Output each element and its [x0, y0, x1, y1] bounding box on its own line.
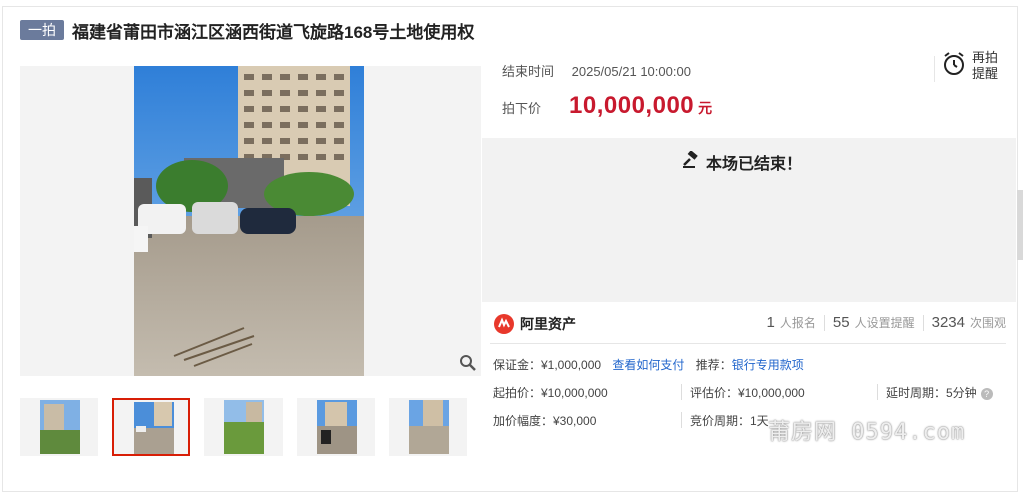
auction-ended-panel: 本场已结束！: [482, 138, 1016, 302]
auction-ended-text: 本场已结束！: [706, 156, 803, 173]
final-price-row: 拍下价 10,000,000 元: [502, 92, 712, 120]
side-scrollbar[interactable]: [1017, 190, 1023, 260]
payment-help-link[interactable]: 查看如何支付: [612, 358, 684, 372]
page-title: 福建省莆田市涵江区涵西街道飞旋路168号土地使用权: [72, 22, 475, 42]
help-icon[interactable]: ?: [980, 388, 993, 400]
platform-stats-bar: 阿里资产 1 人报名 55 人设置提醒 3234 次围观: [482, 302, 1016, 344]
ali-assets-logo[interactable]: 阿里资产: [494, 314, 576, 334]
remind-label-line1: 再拍: [972, 50, 999, 65]
thumbnail-1[interactable]: [20, 398, 99, 456]
signup-stat: 1 人报名: [766, 314, 816, 331]
final-price-unit: 元: [698, 100, 713, 116]
site-watermark: 莆房网 0594.com: [768, 420, 966, 445]
final-price-label: 拍下价: [502, 101, 542, 116]
thumbnail-strip: [20, 398, 481, 456]
divider: [490, 343, 1006, 344]
end-time-label: 结束时间: [502, 64, 555, 79]
thumbnail-5[interactable]: [388, 398, 468, 456]
thumbnail-2[interactable]: [112, 398, 191, 456]
deposit-value: 保证金：¥1,000,000: [493, 358, 602, 372]
thumbnail-4[interactable]: [296, 398, 375, 456]
main-image-viewer[interactable]: [20, 66, 481, 376]
remind-button[interactable]: 再拍 提醒: [934, 50, 999, 82]
zoom-icon[interactable]: [457, 352, 479, 374]
final-price-value: 10,000,000: [569, 92, 695, 119]
end-time-row: 结束时间 2025/05/21 10:00:00: [502, 61, 691, 80]
reminder-stat: 55 人设置提醒: [832, 314, 915, 331]
bid-period: 竞价周期：1天: [690, 414, 769, 428]
start-price: 起拍价：¥10,000,000: [493, 386, 608, 400]
stat-list: 1 人报名 55 人设置提醒 3234 次围观: [767, 314, 1006, 331]
ali-assets-icon: [494, 314, 514, 334]
view-stat: 3234 次围观: [931, 314, 1006, 331]
thumbnail-3[interactable]: [204, 398, 283, 456]
deposit-row: 保证金：¥1,000,000 查看如何支付 推荐：银行专用款项: [493, 356, 804, 373]
bank-payment-link[interactable]: 银行专用款项: [732, 358, 804, 372]
gavel-icon: [682, 149, 700, 174]
auction-round-badge: 一拍: [20, 20, 64, 40]
alarm-clock-icon: [942, 51, 966, 82]
delay-period-row: 延时周期：5分钟?: [886, 384, 993, 401]
platform-name: 阿里资产: [520, 316, 576, 332]
title-row: 一拍 福建省莆田市涵江区涵西街道飞旋路168号土地使用权: [20, 18, 474, 42]
bid-increment: 加价幅度：¥30,000: [493, 414, 597, 428]
delay-period: 延时周期：5分钟: [886, 386, 977, 400]
end-time-value: 2025/05/21 10:00:00: [571, 64, 691, 79]
appraisal-price: 评估价：¥10,000,000: [690, 386, 805, 400]
property-photo: [134, 66, 364, 376]
remind-label-line2: 提醒: [972, 66, 999, 81]
recommend-label: 推荐：: [695, 358, 732, 372]
